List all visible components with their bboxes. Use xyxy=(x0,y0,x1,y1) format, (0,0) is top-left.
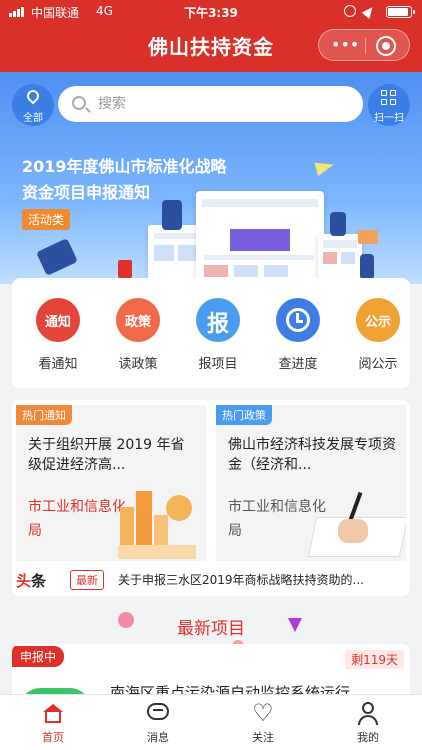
hot-section: 热门通知 关于组织开展 2019 年省级促进经济高... 市工业和信息化局 热门… xyxy=(12,400,410,596)
location-filter-button[interactable]: 全部 xyxy=(12,84,54,126)
tab-label: 消息 xyxy=(147,731,169,744)
headline-text[interactable]: 关于申报三水区2019年商标战略扶持资助的... xyxy=(118,571,406,588)
paper-plane-icon xyxy=(314,157,336,177)
bottom-tab-bar: 首页 消息 ♡ 关注 我的 xyxy=(0,694,422,750)
more-dots-icon[interactable]: ••• xyxy=(331,36,359,56)
menu-item-apply[interactable]: 报 报项目 xyxy=(183,298,253,378)
clock-icon xyxy=(276,298,320,342)
apply-icon-text: 报 xyxy=(206,312,229,337)
banner-figure-middle xyxy=(162,200,182,230)
project-status-badge: 申报中 xyxy=(12,646,65,667)
hot-card-tag: 热门通知 xyxy=(16,405,72,425)
quick-menu: 通知 看通知 政策 读政策 报 报项目 查进度 公示 阅公示 xyxy=(12,278,410,388)
apply-icon: 报 xyxy=(196,298,240,342)
menu-item-progress[interactable]: 查进度 xyxy=(263,298,333,378)
home-icon xyxy=(41,701,65,725)
target-circle-icon[interactable] xyxy=(376,36,396,56)
section-title-latest: 最新项目 xyxy=(177,619,245,639)
publicity-icon-text: 公示 xyxy=(364,315,391,330)
search-input[interactable] xyxy=(98,86,348,122)
policy-icon: 政策 xyxy=(116,298,160,342)
envelope-icon xyxy=(358,230,378,244)
tab-label: 关注 xyxy=(252,731,274,744)
location-arrow-icon xyxy=(361,4,377,19)
user-icon xyxy=(356,701,380,725)
banner-illustration-tablet xyxy=(318,234,362,284)
project-remaining-days: 剩119天 xyxy=(345,650,404,669)
menu-item-label: 查进度 xyxy=(278,357,318,372)
notice-icon-text: 通知 xyxy=(44,315,71,330)
mini-program-capsule: ••• xyxy=(318,29,410,61)
banner-figure-right xyxy=(330,212,346,236)
scan-button[interactable]: 扫一扫 xyxy=(368,84,410,126)
hot-card-title: 关于组织开展 2019 年省级促进经济高... xyxy=(28,437,185,473)
hot-notice-card[interactable]: 热门通知 关于组织开展 2019 年省级促进经济高... 市工业和信息化局 xyxy=(16,405,206,561)
headline-ticker[interactable]: 头条 最新 关于申报三水区2019年商标战略扶持资助的... xyxy=(12,568,410,592)
top-bar: 中国联通 4G 下午3:39 佛山扶持资金 ••• xyxy=(0,0,422,72)
location-filter-label: 全部 xyxy=(23,113,43,124)
latest-badge: 最新 xyxy=(70,570,104,590)
menu-item-label: 看通知 xyxy=(38,357,78,372)
tab-label: 我的 xyxy=(357,731,379,744)
heart-icon: ♡ xyxy=(252,699,274,727)
tab-mine[interactable]: 我的 xyxy=(328,695,408,750)
status-bar: 中国联通 4G 下午3:39 xyxy=(0,0,422,24)
status-icons xyxy=(322,4,415,19)
tab-home[interactable]: 首页 xyxy=(13,695,93,750)
battery-icon xyxy=(386,6,415,18)
tab-messages[interactable]: 消息 xyxy=(118,695,198,750)
hot-card-title: 佛山市经济科技发展专项资金（经济和... xyxy=(228,437,396,473)
policy-icon-text: 政策 xyxy=(124,315,151,330)
message-icon xyxy=(146,701,170,725)
search-bar[interactable] xyxy=(58,86,363,122)
writing-hand-illustration xyxy=(307,491,406,557)
scan-label: 扫一扫 xyxy=(374,113,404,124)
menu-item-publicity[interactable]: 公示 阅公示 xyxy=(343,298,413,378)
tab-label: 首页 xyxy=(42,731,64,744)
hot-card-tag: 热门政策 xyxy=(216,405,272,425)
notice-icon: 通知 xyxy=(36,298,80,342)
red-book-icon xyxy=(118,260,132,278)
city-buildings-illustration xyxy=(116,485,196,559)
lock-rotation-icon xyxy=(344,5,356,17)
tab-follow[interactable]: ♡ 关注 xyxy=(223,695,303,750)
menu-item-policy[interactable]: 政策 读政策 xyxy=(103,298,173,378)
banner-figure-far-right xyxy=(360,254,374,280)
banner-illustration-laptop xyxy=(196,191,324,283)
scan-grid-icon xyxy=(381,90,397,106)
capsule-divider xyxy=(365,38,366,54)
hero-banner[interactable]: 全部 扫一扫 2019年度佛山市标准化战略资金项目申报通知 活动类 xyxy=(0,72,422,284)
banner-figure-left xyxy=(36,238,78,276)
menu-item-label: 报项目 xyxy=(198,357,238,372)
search-icon xyxy=(72,96,86,110)
battery-level xyxy=(388,8,408,16)
headline-logo: 头条 xyxy=(16,572,47,590)
publicity-icon: 公示 xyxy=(356,298,400,342)
hot-policy-card[interactable]: 热门政策 佛山市经济科技发展专项资金（经济和... 市工业和信息化局 xyxy=(216,405,406,561)
location-pin-icon xyxy=(24,87,42,105)
menu-item-notice[interactable]: 通知 看通知 xyxy=(23,298,93,378)
menu-item-label: 读政策 xyxy=(118,357,158,372)
menu-item-label: 阅公示 xyxy=(358,357,398,372)
banner-tag: 活动类 xyxy=(22,209,71,230)
